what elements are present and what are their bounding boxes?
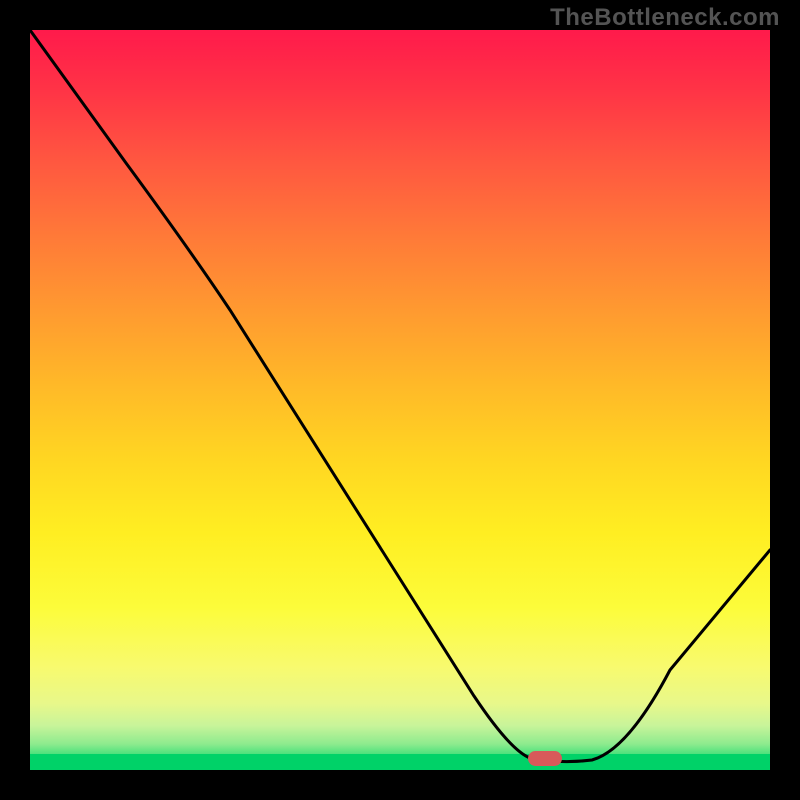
- optimal-marker: [528, 751, 562, 766]
- chart-baseline-strip: [30, 754, 770, 770]
- bottleneck-curve-path: [30, 30, 770, 762]
- chart-page: TheBottleneck.com: [0, 0, 800, 800]
- watermark-text: TheBottleneck.com: [550, 4, 780, 32]
- chart-plot-area: [30, 30, 770, 770]
- chart-curve: [30, 30, 770, 770]
